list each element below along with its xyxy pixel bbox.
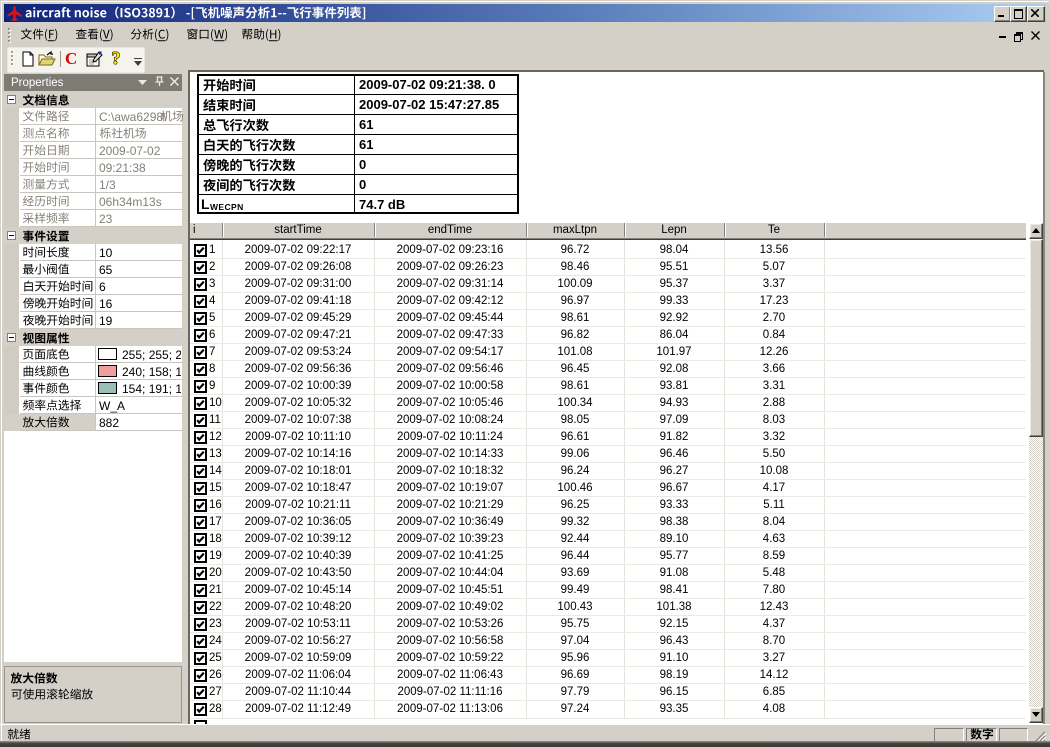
svg-text:?: ? — [112, 49, 121, 67]
